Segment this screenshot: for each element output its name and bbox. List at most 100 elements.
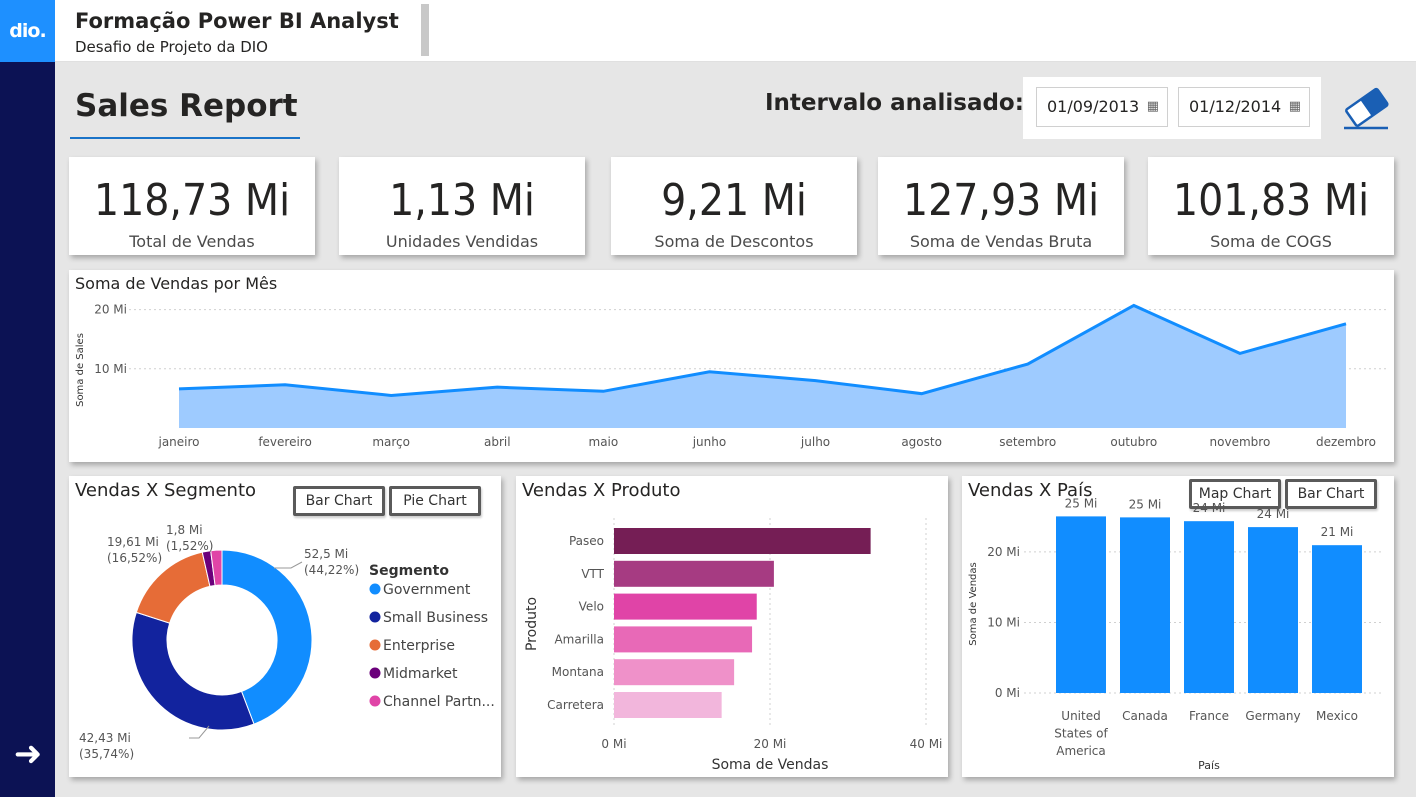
area-chart-svg: 10 Mi 20 Mi Soma de Sales janeiro fevereiro m… xyxy=(75,303,1387,449)
donut-chart-svg: 52,5 Mi (44,22%) 42,43 Mi (35,74%) 19,61 Mi (… xyxy=(79,523,495,761)
kpi-value: 127,93 Mi xyxy=(902,175,1100,226)
kpi-value: 1,13 Mi xyxy=(389,175,535,226)
date-end-value: 01/12/2014 xyxy=(1189,97,1282,116)
kpi-card-total-vendas: 118,73 Mi Total de Vendas xyxy=(69,157,315,255)
x-tick-label: julho xyxy=(800,435,830,449)
calendar-icon[interactable]: ▦ xyxy=(1289,88,1301,126)
x-tick-label: America xyxy=(1056,744,1106,758)
kpi-label: Soma de Vendas Bruta xyxy=(909,232,1093,251)
data-label-value: 42,43 Mi xyxy=(79,731,131,745)
data-label-pct: (16,52%) xyxy=(107,551,162,565)
data-label: 24 Mi xyxy=(1193,501,1226,515)
kpi-card-vendas-bruta: 127,93 Mi Soma de Vendas Bruta xyxy=(878,157,1124,255)
x-tick-label: novembro xyxy=(1210,435,1271,449)
x-tick-label: março xyxy=(372,435,410,449)
legend-label: Government xyxy=(383,582,471,598)
kpi-label: Soma de COGS xyxy=(1210,232,1332,251)
date-end-input[interactable]: 01/12/2014 ▦ xyxy=(1178,87,1310,127)
x-tick-label: fevereiro xyxy=(258,435,312,449)
kpi-card-soma-descontos: 9,21 Mi Soma de Descontos xyxy=(611,157,857,255)
x-tick-label: junho xyxy=(692,435,727,449)
data-label-value: 52,5 Mi xyxy=(304,547,348,561)
x-tick-label: Mexico xyxy=(1316,709,1358,723)
bar xyxy=(614,560,774,587)
kpi-value: 9,21 Mi xyxy=(661,175,807,226)
legend-label: Channel Partn... xyxy=(383,694,495,710)
product-bar-chart-svg: 0 Mi 20 Mi 40 Mi Paseo VTT Velo Amarilla Montan… xyxy=(524,518,943,773)
y-tick-label: 10 Mi xyxy=(94,362,127,376)
header-title: Formação Power BI Analyst xyxy=(75,9,399,33)
x-tick-label: maio xyxy=(589,435,619,449)
x-tick-label: dezembro xyxy=(1316,435,1376,449)
y-tick-label: 0 Mi xyxy=(995,686,1020,700)
dio-logo: dio. xyxy=(0,0,55,62)
x-tick-label: outubro xyxy=(1110,435,1157,449)
date-range-slicer: 01/09/2013 ▦ 01/12/2014 ▦ xyxy=(1023,77,1321,139)
interval-label: Intervalo analisado: xyxy=(765,90,1024,116)
y-axis-label: Soma de Vendas xyxy=(968,562,979,645)
x-tick-label: agosto xyxy=(901,435,942,449)
legend-marker xyxy=(369,695,381,707)
kpi-label: Soma de Descontos xyxy=(654,232,814,251)
kpi-card-soma-cogs: 101,83 Mi Soma de COGS xyxy=(1148,157,1394,255)
arrow-right-icon[interactable]: ➜ xyxy=(8,732,48,776)
data-label-pct: (1,52%) xyxy=(166,539,213,553)
legend-marker xyxy=(369,611,381,623)
x-tick-label: 0 Mi xyxy=(601,737,626,751)
data-label-value: 19,61 Mi xyxy=(107,535,159,549)
left-nav-bar: dio. ➜ xyxy=(0,0,55,797)
y-tick-label: Carretera xyxy=(547,698,604,712)
legend-label: Midmarket xyxy=(383,666,458,682)
legend-marker xyxy=(369,583,381,595)
bar xyxy=(1248,527,1298,693)
y-tick-label: 10 Mi xyxy=(987,615,1020,629)
bar xyxy=(1056,516,1106,693)
y-tick-label: Montana xyxy=(552,665,604,679)
kpi-value: 101,83 Mi xyxy=(1172,175,1370,226)
x-tick-label: States of xyxy=(1054,727,1108,741)
y-tick-label: VTT xyxy=(581,567,604,581)
data-label-pct: (44,22%) xyxy=(304,563,359,577)
kpi-label: Total de Vendas xyxy=(129,232,255,251)
calendar-icon[interactable]: ▦ xyxy=(1147,88,1159,126)
page-title: Sales Report xyxy=(75,88,298,124)
header-subtitle: Desafio de Projeto da DIO xyxy=(75,38,268,56)
x-tick-label: United xyxy=(1061,709,1100,723)
segment-chart-card[interactable]: Vendas X Segmento Bar Chart Pie Chart 52… xyxy=(69,476,501,777)
logo-text: dio. xyxy=(9,20,46,42)
data-label: 25 Mi xyxy=(1065,496,1098,510)
product-chart-card[interactable]: Vendas X Produto 0 Mi 20 Mi 40 Mi Paseo VTT V… xyxy=(516,476,948,777)
legend-title: Segmento xyxy=(369,563,449,579)
x-tick-label: 40 Mi xyxy=(910,737,943,751)
country-chart-card[interactable]: Vendas X País Map Chart Bar Chart 0 Mi 10… xyxy=(962,476,1394,777)
x-axis-label: País xyxy=(1198,759,1220,772)
legend-label: Enterprise xyxy=(383,638,455,654)
y-axis-label: Produto xyxy=(524,597,540,651)
report-header: Formação Power BI Analyst Desafio de Pro… xyxy=(55,0,1416,62)
data-label: 24 Mi xyxy=(1257,507,1290,521)
data-label-value: 1,8 Mi xyxy=(166,523,203,537)
y-axis-label: Soma de Sales xyxy=(75,333,86,407)
monthly-sales-chart-card[interactable]: Soma de Vendas por Mês 10 Mi 20 Mi Soma de… xyxy=(69,270,1394,462)
legend-marker xyxy=(369,667,381,679)
data-label: 25 Mi xyxy=(1129,497,1162,511)
bar xyxy=(1120,517,1170,693)
y-tick-label: Velo xyxy=(579,600,604,614)
x-tick-label: setembro xyxy=(999,435,1056,449)
kpi-value: 118,73 Mi xyxy=(93,175,291,226)
header-divider xyxy=(421,4,429,56)
x-tick-label: France xyxy=(1189,709,1229,723)
x-tick-label: Canada xyxy=(1122,709,1168,723)
donut-slice xyxy=(131,611,255,731)
y-tick-label: 20 Mi xyxy=(987,545,1020,559)
kpi-card-unidades-vendidas: 1,13 Mi Unidades Vendidas xyxy=(339,157,585,255)
legend-marker xyxy=(369,639,381,651)
date-start-input[interactable]: 01/09/2013 ▦ xyxy=(1036,87,1168,127)
bar xyxy=(614,692,722,718)
eraser-icon[interactable] xyxy=(1338,84,1394,132)
legend-label: Small Business xyxy=(383,610,488,626)
bar xyxy=(1184,521,1234,693)
x-axis-label: Soma de Vendas xyxy=(712,757,829,773)
data-label: 21 Mi xyxy=(1321,525,1354,539)
title-underline xyxy=(70,137,300,139)
